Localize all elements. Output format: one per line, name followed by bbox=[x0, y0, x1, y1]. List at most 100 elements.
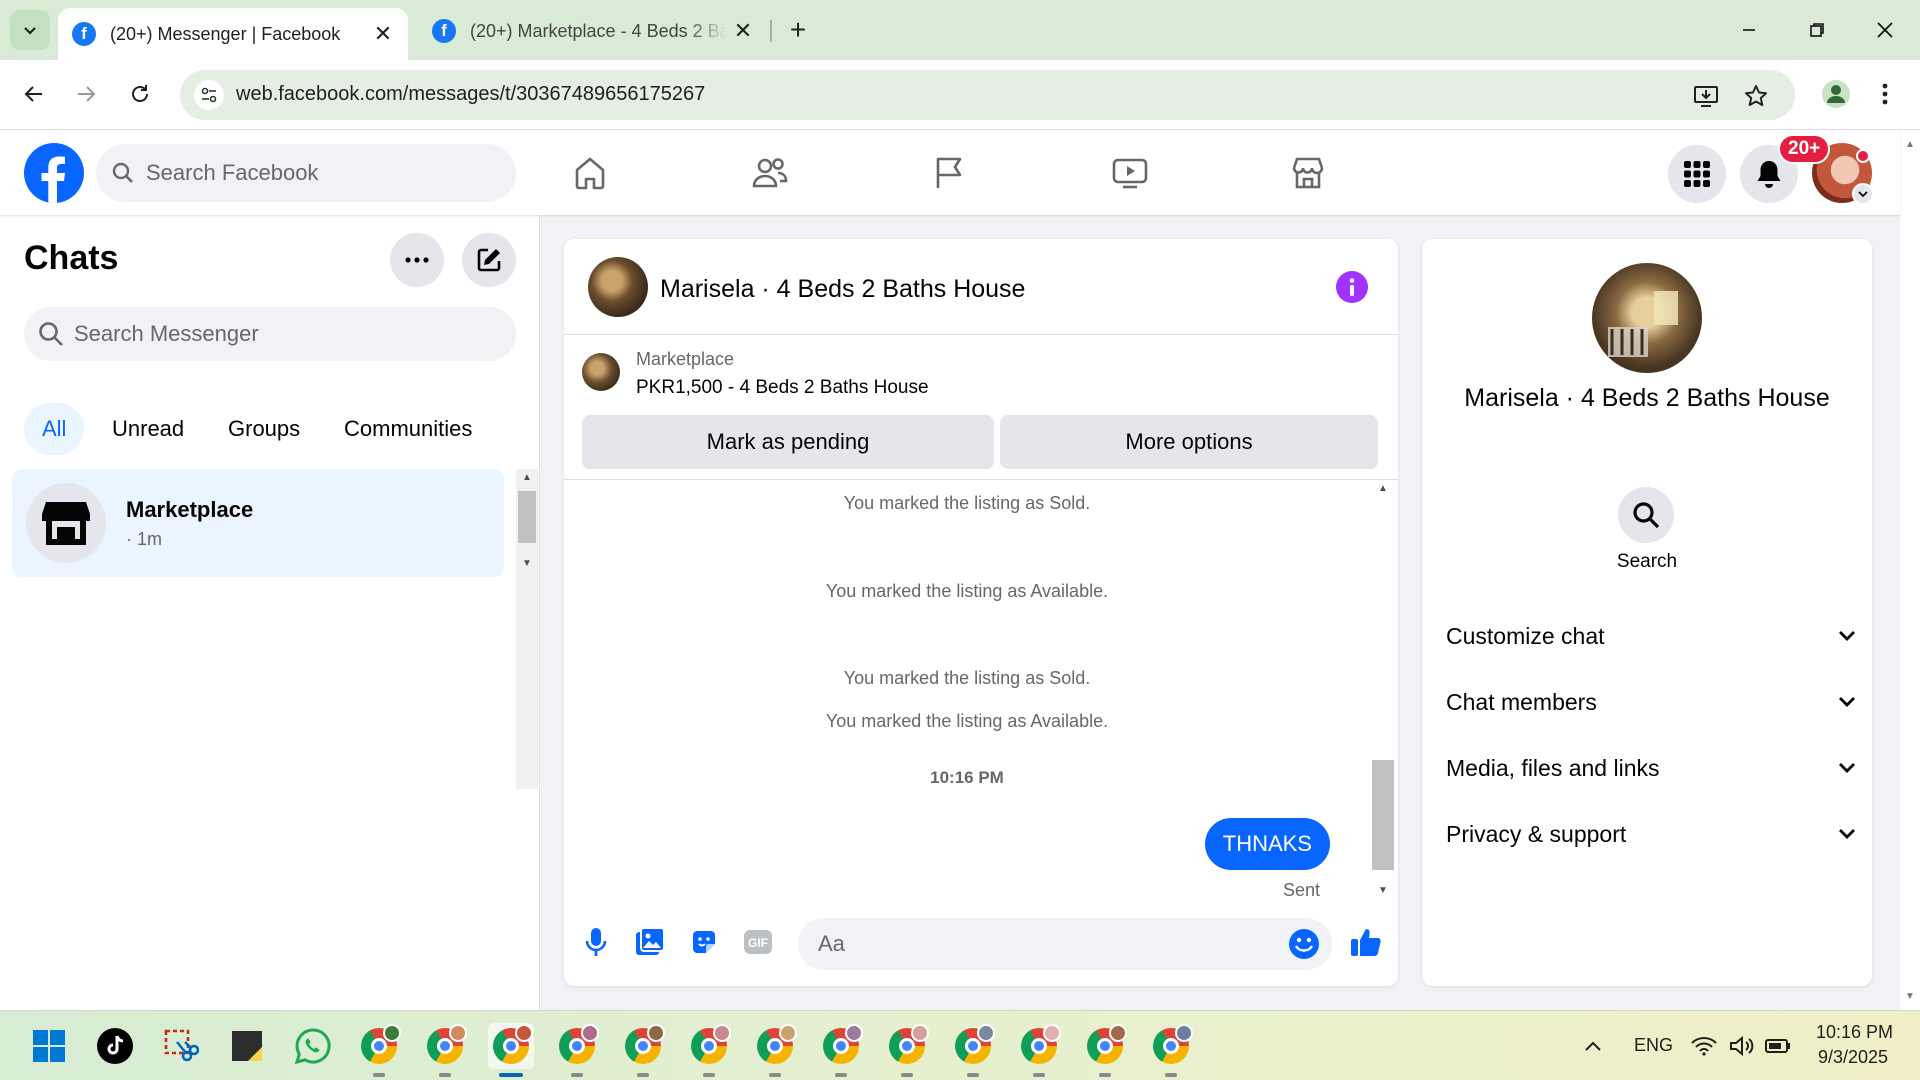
nav-pages-button[interactable] bbox=[926, 149, 974, 197]
conversation-avatar[interactable] bbox=[588, 257, 648, 317]
browser-profile-button[interactable] bbox=[1816, 74, 1856, 114]
scroll-down-arrow-icon[interactable]: ▼ bbox=[1370, 882, 1396, 898]
outgoing-message-bubble[interactable]: THNAKS bbox=[1204, 818, 1330, 870]
media-files-links-section[interactable]: Media, files and links bbox=[1446, 743, 1856, 793]
taskbar-chrome[interactable] bbox=[1016, 1023, 1062, 1069]
filter-tab-unread[interactable]: Unread bbox=[94, 403, 202, 455]
gif-button[interactable]: GIF bbox=[738, 922, 778, 962]
start-button[interactable] bbox=[26, 1023, 72, 1069]
menu-grid-button[interactable] bbox=[1668, 145, 1726, 203]
taskbar-tiktok[interactable] bbox=[92, 1023, 138, 1069]
scroll-down-arrow-icon[interactable]: ▼ bbox=[516, 555, 538, 571]
chat-list-item[interactable]: Marketplace · 1m bbox=[12, 469, 504, 577]
nav-friends-button[interactable] bbox=[746, 149, 794, 197]
wifi-button[interactable] bbox=[1686, 1023, 1722, 1069]
filter-tab-groups[interactable]: Groups bbox=[210, 403, 318, 455]
chrome-icon bbox=[691, 1024, 731, 1064]
nav-video-button[interactable] bbox=[1106, 149, 1154, 197]
taskbar-chrome[interactable] bbox=[554, 1023, 600, 1069]
nav-marketplace-button[interactable] bbox=[1284, 149, 1332, 197]
scroll-up-arrow-icon[interactable]: ▲ bbox=[516, 469, 538, 485]
volume-button[interactable] bbox=[1724, 1023, 1760, 1069]
reload-button[interactable] bbox=[120, 74, 160, 114]
search-label: Search bbox=[1616, 551, 1678, 572]
voice-clip-button[interactable] bbox=[576, 922, 616, 962]
taskbar-chrome[interactable] bbox=[620, 1023, 666, 1069]
tab-messenger[interactable]: f (20+) Messenger | Facebook ✕ bbox=[58, 8, 408, 60]
more-options-button[interactable]: More options bbox=[1000, 415, 1378, 469]
url-text[interactable]: web.facebook.com/messages/t/303674896561… bbox=[236, 83, 705, 106]
conversation-title[interactable]: Marisela · 4 Beds 2 Baths House bbox=[660, 275, 1025, 304]
restore-button[interactable] bbox=[1794, 12, 1840, 48]
scroll-up-arrow-icon[interactable]: ▲ bbox=[1905, 139, 1915, 150]
messenger-search-input[interactable]: Search Messenger bbox=[24, 307, 516, 361]
scroll-up-arrow-icon[interactable]: ▲ bbox=[1370, 480, 1396, 496]
taskbar-chrome[interactable] bbox=[884, 1023, 930, 1069]
chats-options-button[interactable] bbox=[390, 233, 444, 287]
mark-as-pending-button[interactable]: Mark as pending bbox=[582, 415, 994, 469]
new-message-button[interactable] bbox=[462, 233, 516, 287]
minimize-button[interactable] bbox=[1726, 12, 1772, 48]
close-tab-icon[interactable]: ✕ bbox=[372, 21, 394, 46]
facebook-logo-icon[interactable] bbox=[24, 143, 84, 203]
send-like-button[interactable] bbox=[1346, 922, 1386, 962]
chat-members-section[interactable]: Chat members bbox=[1446, 677, 1856, 727]
address-bar[interactable]: web.facebook.com/messages/t/303674896561… bbox=[180, 70, 1795, 120]
customize-chat-section[interactable]: Customize chat bbox=[1446, 611, 1856, 661]
kebab-menu-icon bbox=[1882, 83, 1888, 105]
close-tab-icon[interactable]: ✕ bbox=[732, 18, 754, 43]
attach-media-button[interactable] bbox=[630, 922, 670, 962]
sticker-button[interactable] bbox=[684, 922, 724, 962]
scroll-thumb[interactable] bbox=[1372, 760, 1394, 870]
browser-menu-button[interactable] bbox=[1870, 74, 1900, 114]
taskbar-sticky-notes[interactable] bbox=[224, 1023, 270, 1069]
taskbar-chrome[interactable] bbox=[752, 1023, 798, 1069]
messages-scrollbar[interactable]: ▲ ▼ bbox=[1370, 480, 1396, 900]
tab-search-button[interactable] bbox=[10, 10, 50, 50]
taskbar-chrome[interactable] bbox=[1148, 1023, 1194, 1069]
taskbar-whatsapp[interactable] bbox=[290, 1023, 336, 1069]
page-scrollbar[interactable]: ▲ ▼ bbox=[1900, 131, 1920, 1010]
back-button[interactable] bbox=[14, 74, 54, 114]
taskbar-chrome[interactable] bbox=[356, 1023, 402, 1069]
filter-tab-communities[interactable]: Communities bbox=[326, 403, 490, 455]
taskbar-chrome[interactable] bbox=[686, 1023, 732, 1069]
show-hidden-icons-button[interactable] bbox=[1570, 1023, 1616, 1069]
clock-time[interactable]: 10:16 PM bbox=[1816, 1022, 1893, 1043]
nav-home-button[interactable] bbox=[566, 149, 614, 197]
filter-tab-all[interactable]: All bbox=[24, 403, 85, 455]
message-status: Sent bbox=[1282, 880, 1320, 900]
chats-scrollbar[interactable]: ▲ ▼ bbox=[516, 469, 538, 789]
battery-button[interactable] bbox=[1760, 1023, 1796, 1069]
search-in-conversation-button[interactable] bbox=[1618, 487, 1674, 543]
close-window-button[interactable] bbox=[1862, 12, 1908, 48]
clock-date[interactable]: 9/3/2025 bbox=[1818, 1047, 1888, 1068]
taskbar-chrome[interactable] bbox=[1082, 1023, 1128, 1069]
new-tab-button[interactable]: + bbox=[782, 14, 814, 46]
contact-avatar[interactable] bbox=[1592, 263, 1702, 373]
info-icon[interactable] bbox=[1336, 271, 1368, 303]
taskbar-chrome[interactable] bbox=[818, 1023, 864, 1069]
privacy-support-section[interactable]: Privacy & support bbox=[1446, 809, 1856, 859]
taskbar-snipping-tool[interactable] bbox=[158, 1023, 204, 1069]
chevron-down-icon bbox=[24, 27, 36, 35]
scroll-down-arrow-icon[interactable]: ▼ bbox=[1905, 991, 1915, 1002]
taskbar-chrome[interactable] bbox=[422, 1023, 468, 1069]
listing-thumbnail[interactable] bbox=[582, 353, 620, 391]
taskbar-chrome-active[interactable] bbox=[488, 1023, 534, 1069]
language-indicator[interactable]: ENG bbox=[1634, 1035, 1673, 1056]
forward-button[interactable] bbox=[66, 74, 106, 114]
listing-title[interactable]: PKR1,500 - 4 Beds 2 Baths House bbox=[636, 377, 929, 399]
running-indicator bbox=[1099, 1073, 1111, 1077]
sticker-icon bbox=[693, 931, 715, 953]
taskbar-chrome[interactable] bbox=[950, 1023, 996, 1069]
message-input[interactable]: Aa bbox=[798, 918, 1332, 970]
emoji-button[interactable] bbox=[1288, 928, 1320, 960]
facebook-search-input[interactable]: Search Facebook bbox=[96, 144, 516, 202]
site-info-icon[interactable] bbox=[194, 80, 224, 110]
chrome-icon bbox=[361, 1024, 401, 1064]
scroll-thumb[interactable] bbox=[518, 491, 536, 543]
tab-marketplace[interactable]: f (20+) Marketplace - 4 Beds 2 Baths Hou… bbox=[418, 8, 768, 54]
bookmark-star-icon[interactable] bbox=[1742, 82, 1770, 110]
install-app-icon[interactable] bbox=[1692, 82, 1720, 110]
